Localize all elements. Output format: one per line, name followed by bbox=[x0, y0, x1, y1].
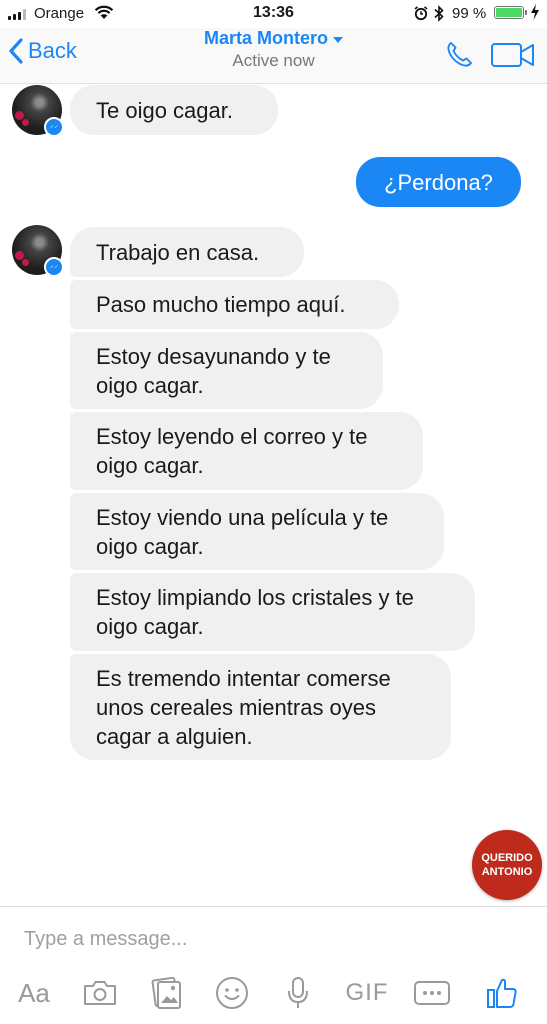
video-call-button[interactable] bbox=[490, 42, 536, 73]
battery-percent: 99 % bbox=[452, 5, 487, 22]
thumbs-up-icon bbox=[487, 978, 517, 1008]
emoji-button[interactable] bbox=[212, 970, 252, 1016]
video-camera-icon bbox=[491, 43, 534, 67]
incoming-message[interactable]: Estoy viendo una película y te oigo caga… bbox=[70, 493, 444, 570]
incoming-message[interactable]: Paso mucho tiempo aquí. bbox=[70, 280, 399, 329]
like-button[interactable] bbox=[482, 970, 522, 1016]
avatar[interactable] bbox=[12, 225, 64, 277]
message-input[interactable] bbox=[14, 922, 514, 956]
microphone-icon bbox=[288, 977, 308, 1008]
charging-icon bbox=[530, 4, 540, 24]
more-button[interactable] bbox=[412, 970, 452, 1016]
text-format-button[interactable]: Aa bbox=[12, 970, 56, 1016]
caret-down-icon bbox=[333, 36, 343, 43]
incoming-message[interactable]: Te oigo cagar. bbox=[70, 85, 278, 135]
emoji-icon bbox=[216, 977, 248, 1009]
bluetooth-icon bbox=[433, 5, 445, 26]
microphone-button[interactable] bbox=[280, 970, 316, 1016]
more-icon bbox=[414, 981, 450, 1005]
text-format-label: Aa bbox=[18, 977, 50, 1008]
gif-label: GIF bbox=[345, 979, 389, 1006]
camera-icon bbox=[84, 981, 116, 1005]
gif-button[interactable]: GIF bbox=[340, 970, 394, 1016]
outgoing-message[interactable]: ¿Perdona? bbox=[356, 157, 521, 207]
phone-icon bbox=[447, 42, 472, 67]
status-bar: Orange 13:36 99 % bbox=[0, 0, 547, 28]
camera-button[interactable] bbox=[80, 970, 120, 1016]
incoming-message[interactable]: Estoy limpiando los cristales y te oigo … bbox=[70, 573, 475, 651]
watermark-logo: QUERIDO ANTONIO bbox=[472, 830, 542, 900]
incoming-message[interactable]: Trabajo en casa. bbox=[70, 227, 304, 277]
battery-icon bbox=[494, 6, 527, 19]
watermark-line: QUERIDO bbox=[481, 852, 533, 864]
call-button[interactable] bbox=[444, 40, 474, 75]
gallery-button[interactable] bbox=[146, 970, 186, 1016]
alarm-icon bbox=[413, 5, 429, 25]
avatar[interactable] bbox=[12, 85, 64, 137]
messenger-badge-icon bbox=[44, 257, 64, 277]
incoming-message[interactable]: Estoy desayunando y te oigo cagar. bbox=[70, 332, 383, 409]
contact-name: Marta Montero bbox=[203, 28, 328, 48]
incoming-message[interactable]: Estoy leyendo el correo y te oigo cagar. bbox=[70, 412, 423, 490]
composer-divider bbox=[0, 906, 547, 907]
watermark-line: ANTONIO bbox=[481, 866, 533, 878]
incoming-message[interactable]: Es tremendo intentar comerse unos cereal… bbox=[70, 654, 451, 760]
messenger-badge-icon bbox=[44, 117, 64, 137]
conversation-header: Back Marta Montero Active now bbox=[0, 28, 547, 84]
composer-toolbar: Aa GIF bbox=[0, 970, 547, 1016]
gallery-icon bbox=[151, 977, 181, 1009]
